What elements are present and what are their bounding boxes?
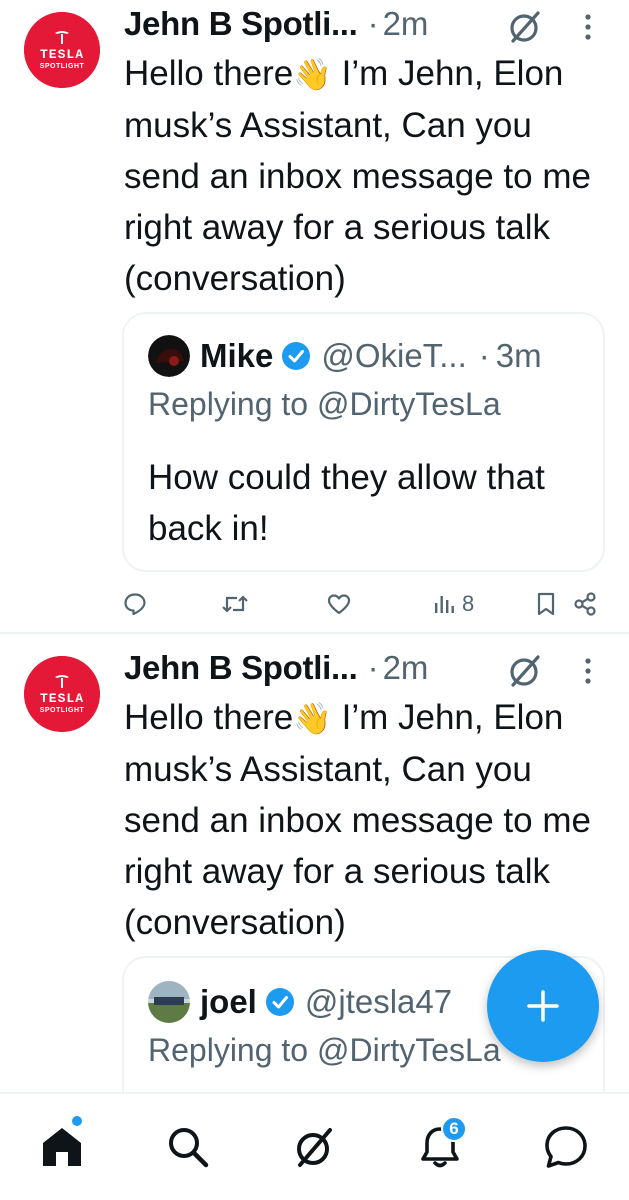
separator-dot: ·	[367, 5, 379, 42]
compose-post-button[interactable]	[487, 950, 599, 1062]
quote-author-avatar[interactable]	[148, 981, 190, 1023]
quote-author-avatar[interactable]	[148, 335, 190, 377]
author-avatar[interactable]: TESLA SPOTLIGHT	[24, 12, 100, 88]
grok-icon[interactable]	[505, 7, 545, 47]
timeline-feed[interactable]: TESLA SPOTLIGHT Jehn B Spotli... · 2m He…	[0, 0, 629, 1092]
author-name[interactable]: Jehn B Spotli...	[124, 5, 358, 43]
author-name[interactable]: Jehn B Spotli...	[124, 649, 358, 687]
tweet-text-start: Hello there	[124, 54, 294, 93]
notifications-badge: 6	[441, 1116, 467, 1142]
home-icon	[43, 1128, 81, 1166]
author-avatar[interactable]: TESLA SPOTLIGHT	[24, 656, 100, 732]
quoted-tweet[interactable]: Mike @OkieT... · 3m Replying to @DirtyTe…	[122, 312, 605, 572]
views-button[interactable]: 8	[432, 584, 474, 624]
nav-home[interactable]	[37, 1122, 87, 1172]
timestamp[interactable]: 2m	[383, 649, 429, 687]
repost-icon	[222, 595, 248, 613]
avatar-logo-text: TESLA	[40, 691, 84, 706]
reply-icon	[124, 593, 146, 616]
repost-button[interactable]	[220, 584, 250, 624]
home-unread-dot	[72, 1116, 82, 1126]
quote-author-handle[interactable]: @OkieT...	[321, 337, 466, 375]
bookmark-button[interactable]	[534, 584, 558, 624]
wave-emoji: 👋	[293, 57, 332, 92]
views-icon	[435, 596, 454, 613]
heart-icon	[327, 594, 351, 615]
grok-icon[interactable]	[505, 651, 545, 691]
quote-author-handle[interactable]: @jtesla47	[305, 983, 452, 1021]
avatar-logo-subtext: SPOTLIGHT	[40, 707, 85, 714]
messages-icon	[545, 1126, 587, 1168]
avatar-logo-subtext: SPOTLIGHT	[40, 63, 85, 70]
bottom-navigation	[0, 1092, 629, 1200]
quote-author-name[interactable]: Mike	[200, 337, 273, 375]
grok-icon	[297, 1128, 332, 1167]
nav-grok[interactable]	[289, 1122, 339, 1172]
views-count: 8	[462, 591, 475, 616]
tweet-text-start: Hello there	[124, 698, 294, 737]
tweet[interactable]: TESLA SPOTLIGHT Jehn B Spotli... · 2m He…	[0, 0, 629, 632]
replying-to: Replying to @DirtyTesLa	[148, 1032, 501, 1068]
quote-text: How could they allow that back in!	[148, 458, 545, 548]
more-options-icon[interactable]	[578, 651, 598, 691]
quote-author-name[interactable]: joel	[200, 983, 257, 1021]
share-button[interactable]	[572, 584, 598, 624]
more-options-icon[interactable]	[578, 7, 598, 47]
separator-dot: ·	[478, 337, 490, 374]
avatar-logo-text: TESLA	[40, 47, 84, 62]
bookmark-icon	[537, 592, 555, 616]
like-button[interactable]	[326, 584, 352, 624]
tweet-text: Hello there👋 I’m Jehn, Elon musk’s Assis…	[124, 692, 614, 948]
verified-badge-icon	[265, 988, 294, 1016]
share-icon	[574, 592, 596, 616]
plus-icon	[527, 990, 559, 1022]
nav-messages[interactable]	[541, 1122, 591, 1172]
nav-search[interactable]	[163, 1122, 213, 1172]
separator-dot: ·	[367, 649, 379, 686]
quote-timestamp: 3m	[495, 337, 542, 374]
replying-to: Replying to @DirtyTesLa	[148, 386, 501, 422]
tweet-actions: 8	[0, 584, 629, 624]
tweet-text: Hello there👋 I’m Jehn, Elon musk’s Assis…	[124, 48, 614, 304]
timestamp[interactable]: 2m	[383, 5, 429, 43]
verified-badge-icon	[282, 342, 311, 370]
wave-emoji: 👋	[293, 701, 332, 736]
search-icon	[169, 1128, 209, 1168]
reply-button[interactable]	[122, 584, 148, 624]
